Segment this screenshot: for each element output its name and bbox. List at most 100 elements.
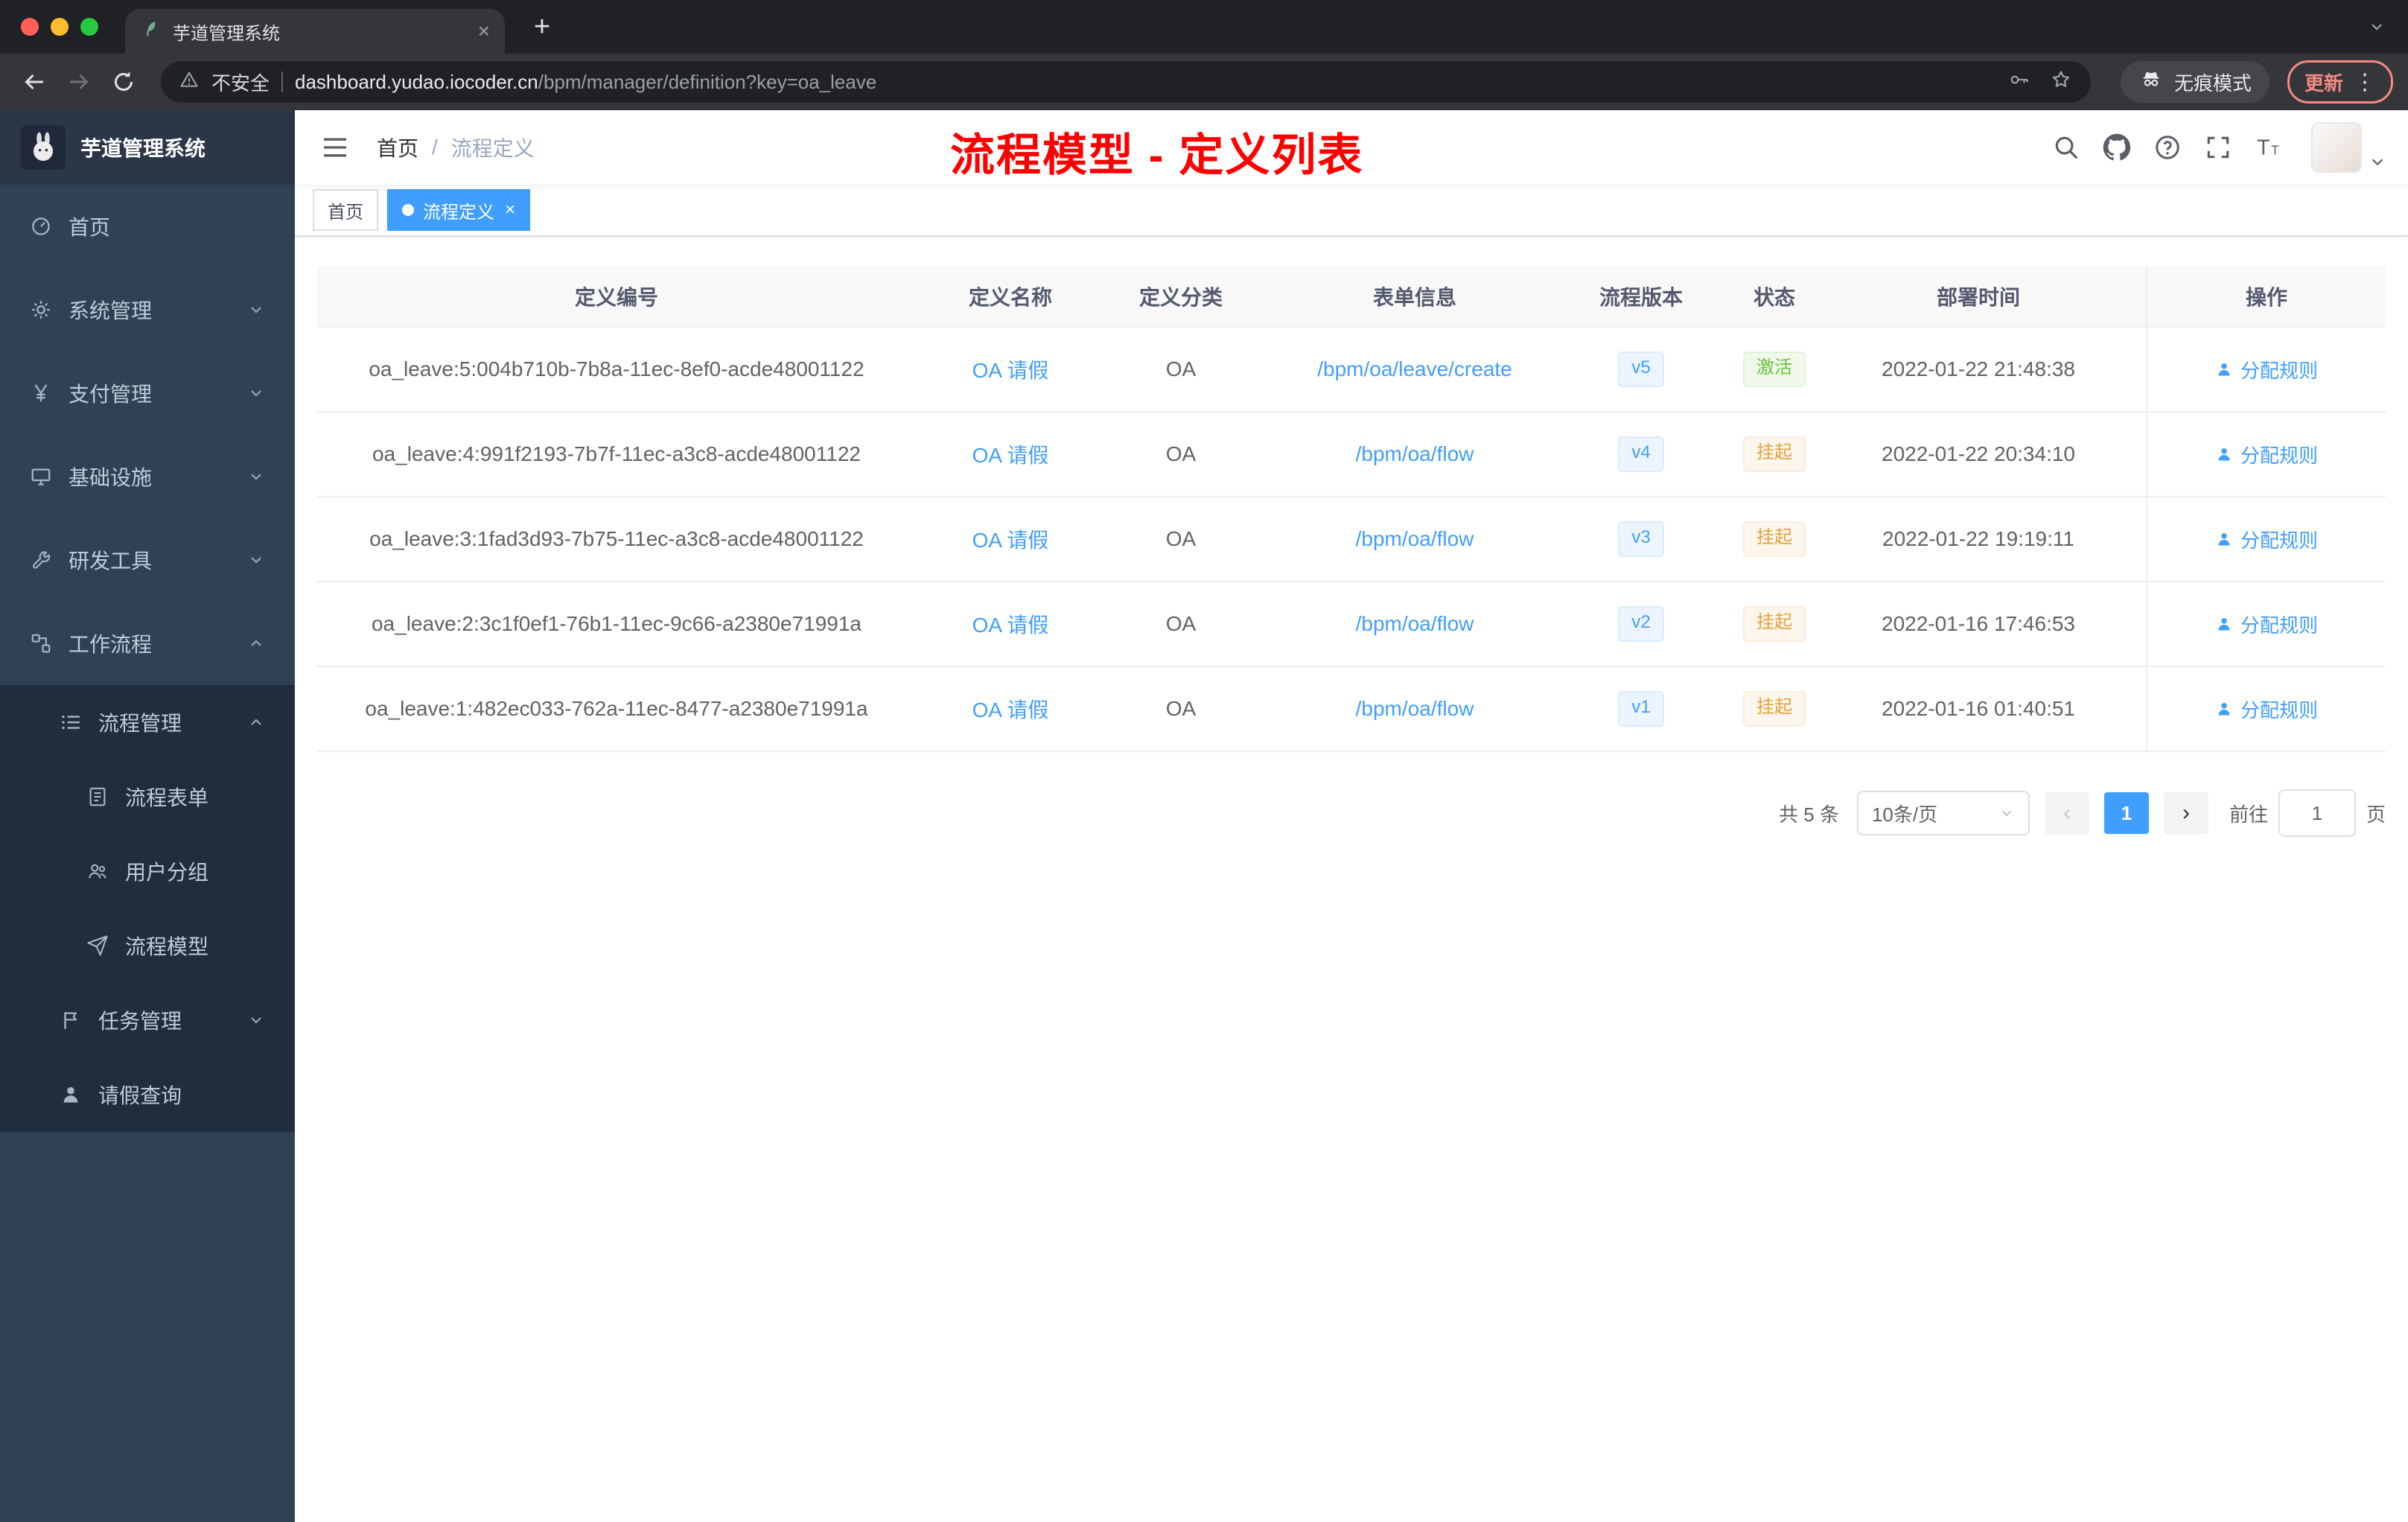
tab-favicon-icon — [140, 19, 161, 45]
browser-menu-kebab-icon[interactable]: ⋮ — [2354, 69, 2376, 95]
next-page-button[interactable]: › — [2163, 792, 2208, 834]
definition-name-link[interactable]: OA 请假 — [972, 694, 1049, 724]
tab-close-icon[interactable]: × — [478, 21, 490, 42]
user-menu[interactable] — [2311, 122, 2386, 173]
sidebar: 芋道管理系统 首页 系统管理 支付管理 基础设施 研发工具 工作流程 流程管理 … — [0, 110, 295, 1522]
goto-page-input[interactable] — [2278, 789, 2356, 837]
hamburger-icon[interactable] — [317, 130, 353, 165]
app-navbar: 首页 / 流程定义 流程模型 - 定义列表 T T — [295, 110, 2408, 185]
chevron-down-icon — [247, 301, 265, 319]
sidebar-item-home[interactable]: 首页 — [0, 185, 295, 268]
person-icon — [60, 1083, 82, 1106]
definition-name-link[interactable]: OA 请假 — [972, 354, 1049, 384]
page-size-value: 10条/页 — [1871, 803, 1938, 826]
sidebar-item-label: 支付管理 — [69, 383, 153, 406]
sidebar-item-process-management[interactable]: 流程管理 — [0, 685, 295, 760]
form-link[interactable]: /bpm/oa/flow — [1356, 612, 1474, 636]
close-window-button[interactable] — [21, 18, 39, 36]
sidebar-item-process-form[interactable]: 流程表单 — [0, 760, 295, 834]
update-label: 更新 — [2304, 71, 2343, 95]
assign-rule-button[interactable]: 分配规则 — [2215, 356, 2318, 383]
tags-view-bar: 首页 流程定义 × — [295, 185, 2408, 237]
definition-name-link[interactable]: OA 请假 — [972, 524, 1049, 554]
cell-definition-id: oa_leave:4:991f2193-7b7f-11ec-a3c8-acde4… — [372, 442, 861, 465]
sidebar-item-user-group[interactable]: 用户分组 — [0, 834, 295, 908]
breadcrumb-current: 流程定义 — [450, 137, 535, 160]
status-badge: 挂起 — [1743, 691, 1806, 727]
col-status: 状态 — [1753, 286, 1795, 309]
assign-rule-button[interactable]: 分配规则 — [2215, 441, 2318, 468]
omnibox-divider — [281, 71, 284, 92]
tag-process-definition[interactable]: 流程定义 × — [387, 189, 531, 231]
browser-update-button[interactable]: 更新 ⋮ — [2287, 60, 2393, 104]
form-link[interactable]: /bpm/oa/flow — [1356, 442, 1474, 466]
form-link[interactable]: /bpm/oa/flow — [1356, 527, 1474, 551]
sidebar-item-label: 基础设施 — [69, 466, 153, 489]
tag-home[interactable]: 首页 — [313, 189, 378, 231]
sidebar-item-label: 请假查询 — [98, 1084, 182, 1107]
assign-rule-button[interactable]: 分配规则 — [2215, 526, 2318, 553]
assign-rule-label: 分配规则 — [2240, 614, 2318, 637]
sidebar-item-workflow[interactable]: 工作流程 — [0, 602, 295, 685]
sidebar-item-infrastructure[interactable]: 基础设施 — [0, 435, 295, 518]
sidebar-item-process-model[interactable]: 流程模型 — [0, 908, 295, 983]
sidebar-item-label: 工作流程 — [69, 633, 153, 656]
not-secure-warning-icon[interactable] — [179, 69, 200, 95]
bookmark-star-icon[interactable] — [2049, 68, 2073, 97]
url-text[interactable]: dashboard.yudao.iocoder.cn/bpm/manager/d… — [295, 71, 1995, 94]
cell-deploy-time: 2022-01-22 21:48:38 — [1882, 357, 2075, 380]
svg-text:T: T — [2257, 136, 2270, 160]
address-bar[interactable]: 不安全 dashboard.yudao.iocoder.cn/bpm/manag… — [161, 61, 2091, 103]
form-icon — [86, 786, 109, 808]
new-tab-button[interactable]: + — [523, 7, 561, 46]
zoom-window-button[interactable] — [80, 18, 98, 36]
avatar[interactable] — [2311, 122, 2362, 173]
assign-rule-button[interactable]: 分配规则 — [2215, 695, 2318, 723]
app-title: 芋道管理系统 — [80, 137, 206, 160]
back-icon[interactable] — [15, 63, 54, 101]
chevron-down-icon — [247, 384, 265, 402]
definition-name-link[interactable]: OA 请假 — [972, 439, 1049, 469]
sidebar-item-payment[interactable]: 支付管理 — [0, 351, 295, 435]
table-row: oa_leave:5:004b710b-7b8a-11ec-8ef0-acde4… — [317, 328, 2386, 413]
tab-search-chevron-icon[interactable] — [2360, 10, 2393, 43]
definition-name-link[interactable]: OA 请假 — [972, 609, 1049, 639]
monitor-icon — [30, 465, 52, 488]
sidebar-item-label: 流程管理 — [98, 712, 182, 735]
prev-page-button[interactable]: ‹ — [2044, 792, 2089, 834]
search-icon[interactable] — [2046, 127, 2086, 168]
sidebar-item-label: 任务管理 — [98, 1010, 182, 1033]
github-icon[interactable] — [2097, 127, 2137, 168]
caret-down-icon — [2369, 153, 2386, 173]
cell-category: OA — [1165, 527, 1197, 550]
sidebar-item-task-management[interactable]: 任务管理 — [0, 983, 295, 1057]
send-icon — [86, 934, 109, 957]
help-icon[interactable] — [2147, 127, 2188, 168]
cell-definition-id: oa_leave:1:482ec033-762a-11ec-8477-a2380… — [365, 697, 868, 720]
incognito-label: 无痕模式 — [2173, 71, 2252, 95]
sidebar-item-system[interactable]: 系统管理 — [0, 268, 295, 351]
current-page-button[interactable]: 1 — [2103, 792, 2149, 834]
sidebar-item-dev-tools[interactable]: 研发工具 — [0, 518, 295, 602]
breadcrumb-home[interactable]: 首页 — [377, 133, 418, 162]
page-size-select[interactable]: 10条/页 — [1856, 791, 2030, 835]
tag-close-icon[interactable]: × — [505, 201, 515, 219]
cell-category: OA — [1165, 612, 1197, 635]
browser-tab[interactable]: 芋道管理系统 × — [125, 9, 505, 54]
security-label[interactable]: 不安全 — [211, 69, 270, 96]
forward-icon[interactable] — [60, 63, 98, 101]
assign-rule-button[interactable]: 分配规则 — [2215, 611, 2318, 638]
reload-icon[interactable] — [104, 63, 143, 101]
font-size-icon[interactable]: TT — [2249, 127, 2289, 168]
sidebar-item-leave-query[interactable]: 请假查询 — [0, 1057, 295, 1132]
sidebar-item-label: 流程表单 — [125, 786, 209, 809]
form-link[interactable]: /bpm/oa/flow — [1356, 697, 1474, 721]
password-key-icon[interactable] — [2007, 68, 2031, 97]
minimize-window-button[interactable] — [51, 18, 69, 36]
fullscreen-icon[interactable] — [2198, 127, 2238, 168]
col-form-info: 表单信息 — [1372, 286, 1456, 309]
sidebar-logo[interactable]: 芋道管理系统 — [0, 110, 295, 185]
form-link[interactable]: /bpm/oa/leave/create — [1317, 357, 1512, 381]
url-host: dashboard.yudao.iocoder.cn — [295, 70, 538, 93]
chevron-up-icon — [247, 713, 265, 731]
